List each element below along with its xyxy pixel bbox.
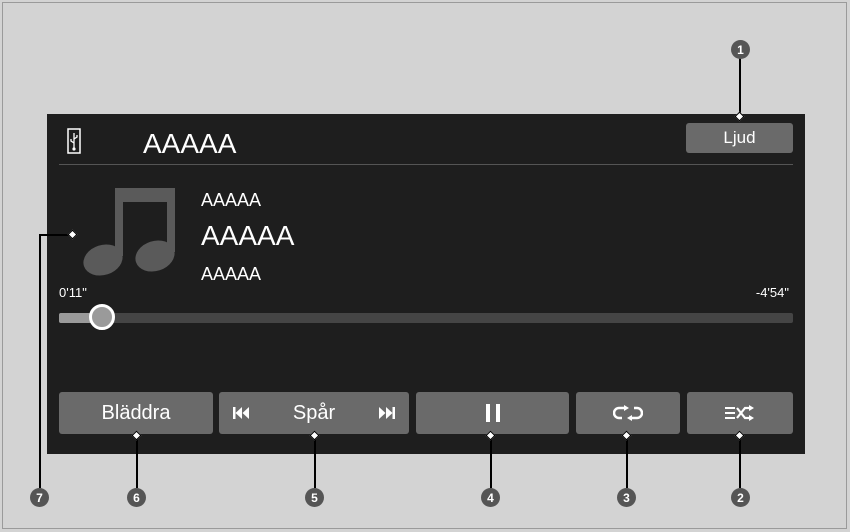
callout-marker-6: 6 bbox=[127, 488, 146, 507]
pause-button[interactable] bbox=[416, 392, 569, 434]
callout-line-7-vertical bbox=[39, 234, 41, 488]
callout-marker-5: 5 bbox=[305, 488, 324, 507]
track-label: Spår bbox=[292, 401, 336, 424]
callout-line-2 bbox=[739, 436, 741, 488]
callout-marker-7: 7 bbox=[30, 488, 49, 507]
progress-handle[interactable] bbox=[88, 304, 115, 330]
repeat-icon bbox=[613, 405, 643, 421]
progress-bar[interactable] bbox=[59, 304, 793, 330]
callout-line-4 bbox=[490, 436, 492, 488]
shuffle-icon bbox=[725, 405, 754, 421]
artist-name: AAAAA bbox=[201, 190, 262, 210]
skip-forward-icon[interactable] bbox=[379, 407, 395, 419]
pause-icon bbox=[485, 404, 500, 422]
browse-button[interactable]: Bläddra bbox=[59, 392, 213, 434]
music-note-icon bbox=[83, 188, 175, 276]
audio-button[interactable]: Ljud bbox=[686, 123, 793, 153]
repeat-button[interactable] bbox=[576, 392, 680, 434]
callout-marker-2: 2 bbox=[731, 488, 750, 507]
usb-icon bbox=[67, 128, 81, 154]
album-name: AAAAA bbox=[201, 264, 262, 284]
track-button[interactable]: Spår bbox=[219, 392, 409, 434]
track-name: AAAAA bbox=[201, 220, 295, 251]
callout-marker-3: 3 bbox=[617, 488, 636, 507]
callout-line-3 bbox=[626, 436, 628, 488]
audio-screen: AAAAA Ljud AAAAA AAAAA AAAAA 0'11" -4'54… bbox=[47, 114, 805, 454]
elapsed-time: 0'11" bbox=[59, 285, 87, 300]
callout-line-5 bbox=[314, 436, 316, 488]
callout-marker-1: 1 bbox=[731, 40, 750, 59]
callout-marker-4: 4 bbox=[481, 488, 500, 507]
source-title: AAAAA bbox=[143, 128, 237, 159]
skip-back-icon[interactable] bbox=[233, 407, 249, 419]
callout-line-1 bbox=[739, 58, 741, 117]
callout-line-6 bbox=[136, 436, 138, 488]
header-divider bbox=[59, 164, 793, 165]
shuffle-button[interactable] bbox=[687, 392, 793, 434]
remaining-time: -4'54" bbox=[755, 285, 789, 300]
